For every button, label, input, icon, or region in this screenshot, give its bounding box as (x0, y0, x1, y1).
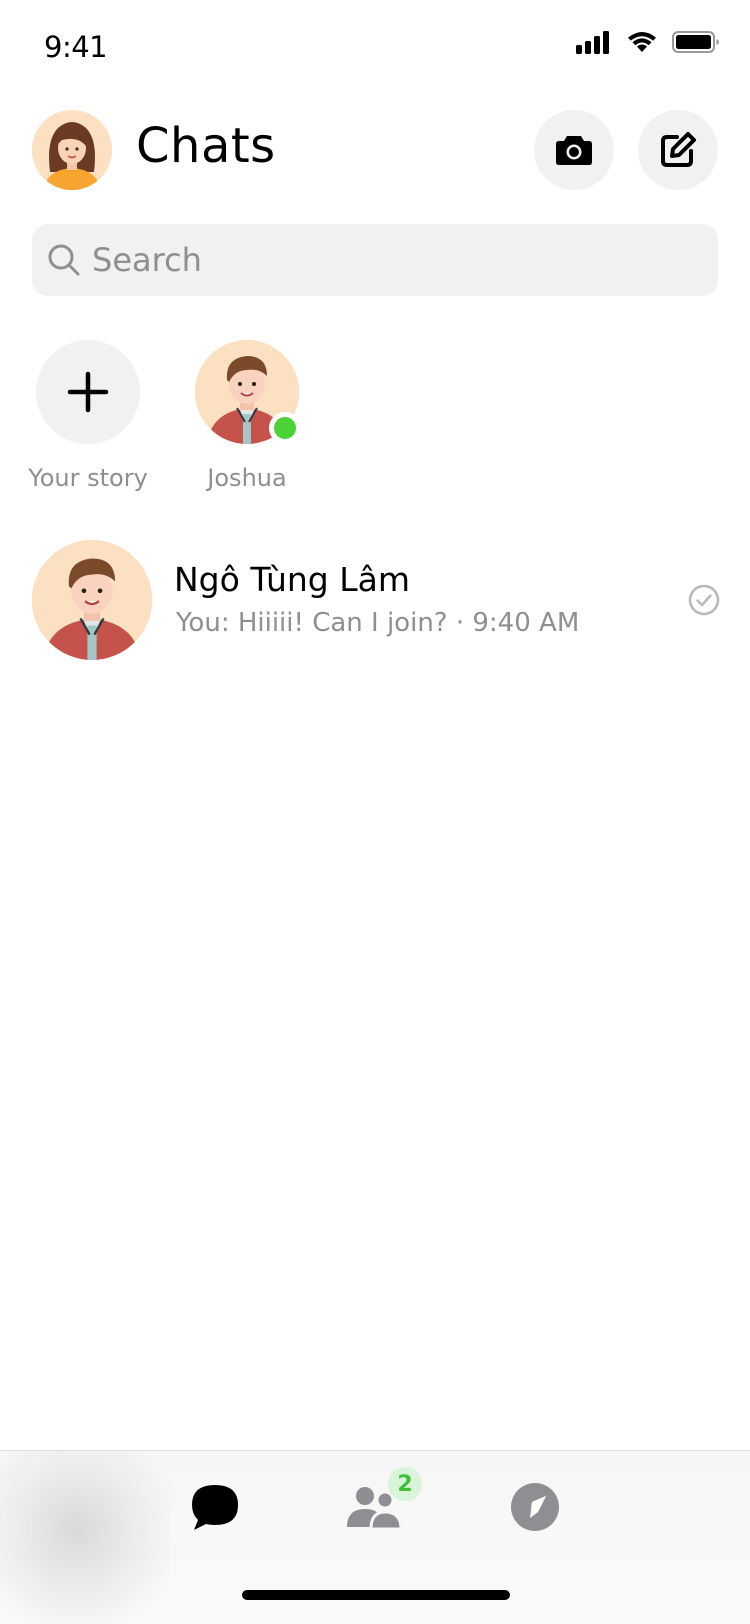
status-icons (576, 30, 720, 54)
search-bar[interactable] (32, 224, 718, 296)
profile-avatar[interactable] (32, 110, 112, 190)
woman-avatar-icon (32, 110, 112, 190)
plus-icon (67, 371, 109, 413)
chat-avatar (32, 540, 152, 660)
chat-name: Ngô Tùng Lâm (174, 560, 410, 599)
stories-row: Your story Joshua (0, 340, 750, 500)
story-label: Your story (28, 464, 148, 492)
story-label: Joshua (207, 464, 287, 492)
search-icon (48, 244, 80, 276)
wifi-icon (628, 32, 656, 52)
cellular-signal-icon (576, 31, 609, 54)
status-time: 9:41 (44, 30, 108, 64)
read-check-icon (688, 584, 720, 616)
tab-chats[interactable] (180, 1477, 250, 1537)
people-badge: 2 (388, 1467, 422, 1501)
battery-icon (672, 31, 719, 53)
online-indicator (269, 412, 301, 444)
home-indicator (242, 1590, 510, 1600)
chat-bubble-icon (192, 1485, 238, 1530)
tab-bar-blur (0, 1451, 170, 1624)
compass-icon (511, 1483, 559, 1531)
story-your-story[interactable]: Your story (18, 340, 158, 492)
search-input[interactable] (92, 241, 672, 279)
add-story-button[interactable] (36, 340, 140, 444)
story-avatar[interactable] (195, 340, 301, 444)
chat-row[interactable]: Ngô Tùng Lâm You: Hiiiii! Can I join? · … (0, 538, 750, 662)
compose-button[interactable] (638, 110, 718, 190)
status-bar: 9:41 (0, 0, 750, 100)
page-title: Chats (136, 118, 276, 174)
header: Chats (0, 110, 750, 192)
tab-discover[interactable] (500, 1477, 570, 1537)
compose-icon (661, 132, 696, 167)
man-avatar-icon (32, 540, 152, 660)
chat-preview: You: Hiiiii! Can I join? · 9:40 AM (176, 608, 580, 638)
story-joshua[interactable]: Joshua (177, 340, 317, 492)
camera-icon (556, 136, 592, 165)
camera-button[interactable] (534, 110, 614, 190)
